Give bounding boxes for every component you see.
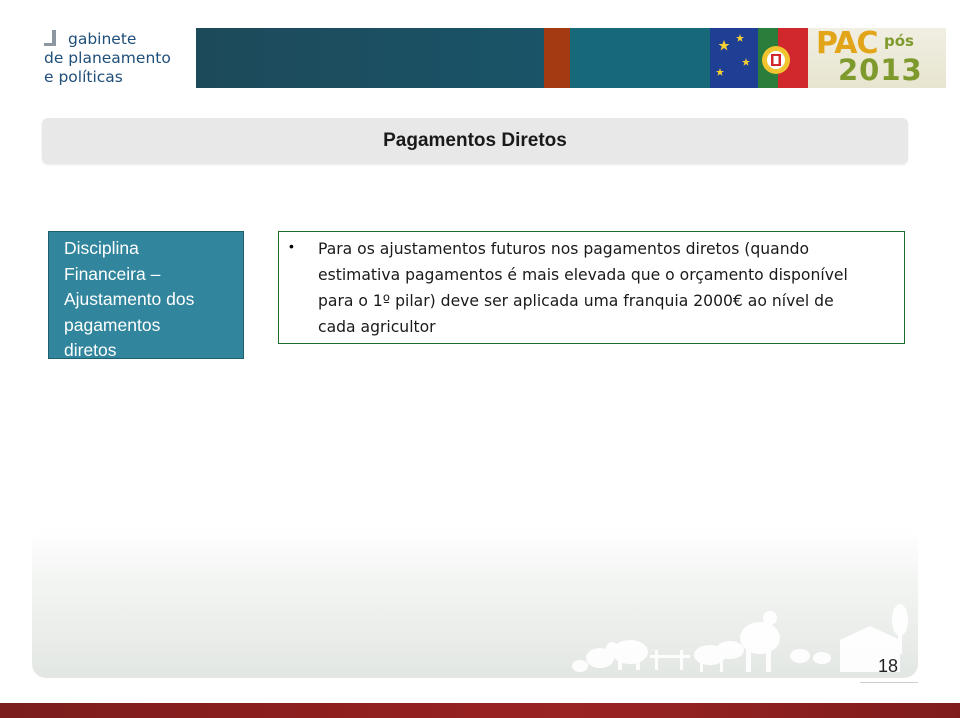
logo-line-1: gabinete <box>68 30 137 48</box>
content-line-3: para o 1º pilar) deve ser aplicada uma f… <box>318 292 834 310</box>
discipline-line-5: diretos <box>64 340 117 360</box>
discipline-line-4: pagamentos <box>64 314 161 335</box>
year-label: 2013 <box>838 53 923 87</box>
page-number-divider <box>860 682 918 683</box>
discipline-line-1: Disciplina <box>64 238 139 258</box>
discipline-box: Disciplina Financeira – Ajustamento dos … <box>48 231 244 360</box>
header-banner: PAC pós 2013 <box>196 28 946 88</box>
eu-portugal-flags-icon <box>710 28 808 88</box>
discipline-line-2: Financeira – <box>64 263 161 284</box>
farm-animals-silhouette-icon <box>572 604 908 672</box>
flags-collage-image <box>710 28 808 88</box>
page-number: 18 <box>877 656 899 676</box>
content-line-4: cada agricultor <box>318 318 436 336</box>
footer-stripe <box>0 703 960 718</box>
header-accent-stripe <box>544 28 570 88</box>
bullet-icon: • <box>289 238 294 254</box>
title-bar: Pagamentos Diretos <box>42 118 908 164</box>
gpp-logo: gabinete de planeamento e políticas <box>18 16 178 104</box>
content-box: • Para os ajustamentos futuros nos pagam… <box>278 231 905 344</box>
slide-title: Pagamentos Diretos <box>383 130 567 151</box>
discipline-line-3: Ajustamento dos <box>64 289 195 309</box>
content-line-2: estimativa pagamentos é mais elevada que… <box>318 266 848 284</box>
bullet-text: Para os ajustamentos futuros nos pagamen… <box>318 236 898 340</box>
logo-line-2: de planeamento <box>44 49 171 67</box>
pac-pos-2013-logo: PAC pós 2013 <box>808 28 946 88</box>
logo-text: gabinete de planeamento e políticas <box>44 30 184 87</box>
content-line-1: Para os ajustamentos futuros nos pagamen… <box>318 240 810 258</box>
header-teal-block <box>570 28 710 88</box>
logo-line-3: e políticas <box>44 68 123 86</box>
pos-label: pós <box>884 32 914 50</box>
